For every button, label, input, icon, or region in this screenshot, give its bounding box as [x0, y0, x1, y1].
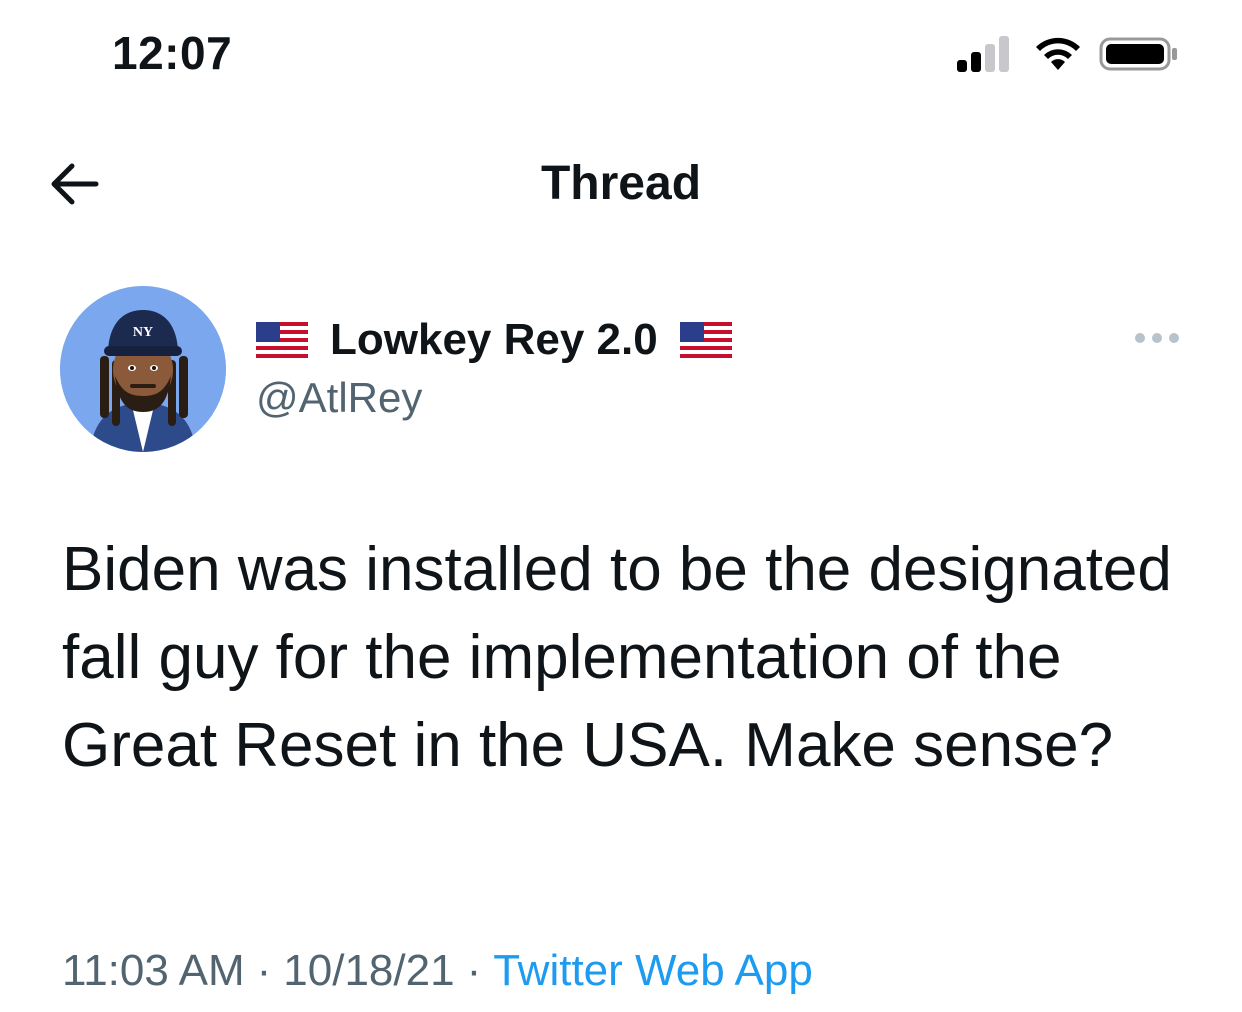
meta-separator: ·: [466, 946, 482, 995]
battery-icon: [1099, 37, 1177, 71]
us-flag-emoji-icon: [679, 322, 732, 358]
tweet-date[interactable]: 10/18/21: [283, 946, 454, 995]
us-flag-emoji-icon: [256, 322, 308, 358]
cellular-signal-icon: [957, 36, 1009, 72]
tweet-thread-screen: 12:07 Thread NY Lowkey Rey 2.0 @AtlRey B…: [0, 0, 1242, 1012]
svg-text:NY: NY: [133, 325, 153, 340]
author-name-row[interactable]: Lowkey Rey 2.0: [256, 312, 732, 368]
tweet-text: Biden was installed to be the designated…: [62, 535, 1172, 780]
author-handle[interactable]: @AtlRey: [256, 374, 422, 422]
tweet-meta: 11:03 AM · 10/18/21 · Twitter Web App: [62, 946, 813, 996]
avatar[interactable]: NY: [60, 286, 226, 452]
wifi-icon: [1036, 37, 1080, 70]
author-name: Lowkey Rey 2.0: [330, 315, 658, 364]
bitmoji-avatar-image: NY: [60, 286, 226, 452]
page-title: Thread: [540, 157, 702, 210]
tweet-time[interactable]: 11:03 AM: [62, 946, 245, 995]
more-horizontal-icon[interactable]: [1132, 328, 1182, 348]
status-time: 12:07: [112, 27, 233, 79]
meta-separator: ·: [256, 946, 272, 995]
tweet-source-link[interactable]: Twitter Web App: [493, 946, 813, 995]
